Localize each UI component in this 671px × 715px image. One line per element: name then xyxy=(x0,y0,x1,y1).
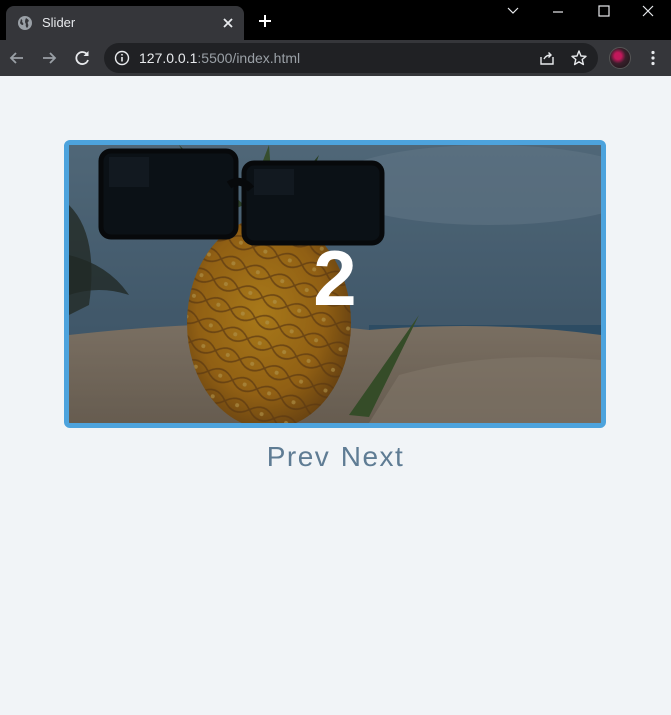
slider-controls: Prev Next xyxy=(0,438,671,476)
url-host: 127.0.0.1 xyxy=(139,50,198,66)
browser-titlebar: Slider xyxy=(0,0,671,40)
new-tab-icon[interactable] xyxy=(256,12,274,30)
slider: 2 xyxy=(64,140,606,428)
url-path: :5500/index.html xyxy=(197,50,301,66)
browser-toolbar: 127.0.0.1:5500/index.html xyxy=(0,40,671,76)
back-arrow-icon[interactable] xyxy=(6,47,28,69)
page-viewport: 2 Prev Next xyxy=(0,76,671,715)
minimize-icon[interactable] xyxy=(535,0,581,24)
window-close-icon[interactable] xyxy=(625,0,671,24)
maximize-icon[interactable] xyxy=(581,0,627,24)
reload-icon[interactable] xyxy=(71,47,93,69)
profile-avatar[interactable] xyxy=(609,47,631,69)
browser-tab[interactable]: Slider xyxy=(6,6,244,40)
address-bar[interactable]: 127.0.0.1:5500/index.html xyxy=(104,43,598,73)
prev-button[interactable]: Prev xyxy=(264,438,334,476)
tab-title: Slider xyxy=(42,15,76,30)
globe-icon xyxy=(18,16,32,30)
next-button[interactable]: Next xyxy=(338,438,408,476)
slide-number: 2 xyxy=(313,234,357,322)
forward-arrow-icon[interactable] xyxy=(38,47,60,69)
chevron-down-icon[interactable] xyxy=(490,0,536,24)
url-text[interactable]: 127.0.0.1:5500/index.html xyxy=(139,50,300,66)
info-icon[interactable] xyxy=(114,50,130,66)
share-icon[interactable] xyxy=(538,49,556,67)
bookmark-star-icon[interactable] xyxy=(570,49,588,67)
more-menu-icon[interactable] xyxy=(644,49,662,67)
close-icon[interactable] xyxy=(220,15,236,31)
